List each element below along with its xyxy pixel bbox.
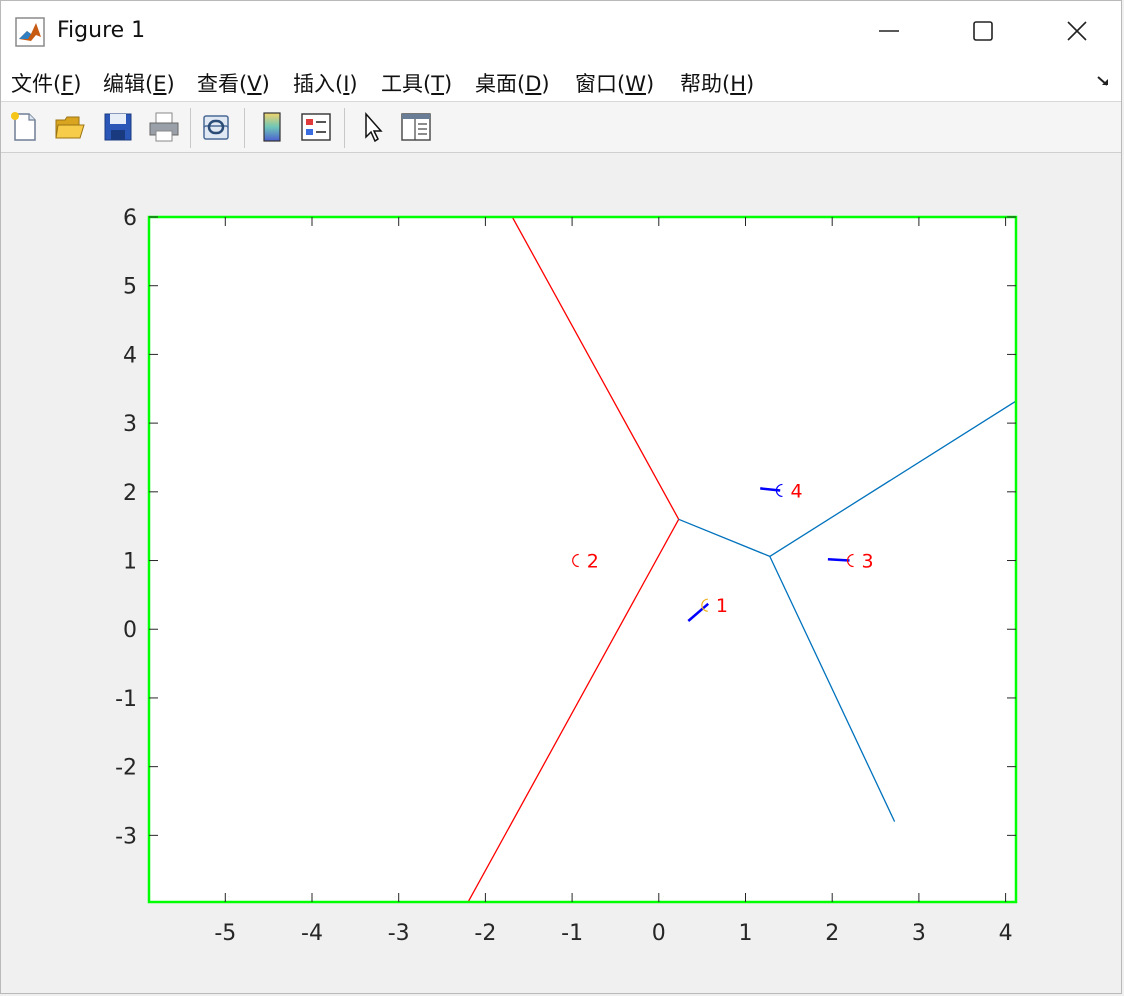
- y-tick-label: 0: [123, 618, 137, 643]
- menu-edit[interactable]: 编辑(E): [103, 68, 175, 98]
- menu-bar: 文件(F) 编辑(E) 查看(V) 插入(I) 工具(T) 桌面(D) 窗口(W…: [1, 61, 1121, 102]
- axes[interactable]: 1 2 3 4 -5 -4 -3 -2 -1 0 1 2 3 4 -3 -2 -1 0 1 2 3 4 5 6: [1, 153, 1121, 993]
- menu-view[interactable]: 查看(V): [197, 68, 270, 98]
- menu-window[interactable]: 窗口(W): [575, 68, 654, 98]
- new-figure-icon[interactable]: [7, 110, 41, 144]
- menu-file[interactable]: 文件(F): [11, 68, 82, 98]
- point-label-1: 1: [716, 595, 728, 617]
- point-label-3: 3: [862, 551, 874, 573]
- x-tick-label: -1: [561, 921, 583, 946]
- toolbar-separator: [244, 108, 245, 148]
- y-tick-label: -3: [115, 824, 137, 849]
- minimize-icon: [879, 30, 899, 32]
- menu-desktop[interactable]: 桌面(D): [475, 68, 550, 98]
- x-tick-label: -3: [388, 921, 410, 946]
- x-tick-label: 4: [999, 921, 1013, 946]
- toolbar-separator: [344, 108, 345, 148]
- print-icon[interactable]: [147, 110, 181, 144]
- legend-icon[interactable]: [299, 110, 333, 144]
- matlab-logo-icon: [15, 17, 45, 47]
- property-inspector-icon[interactable]: [399, 110, 433, 144]
- x-tick-label: -4: [301, 921, 323, 946]
- menu-help[interactable]: 帮助(H): [680, 68, 754, 98]
- x-tick-label: 3: [912, 921, 926, 946]
- x-tick-label: 0: [652, 921, 666, 946]
- toolbar: [1, 102, 1121, 153]
- colorbar-icon[interactable]: [255, 110, 289, 144]
- series-line-7: [827, 557, 850, 562]
- menu-tools[interactable]: 工具(T): [381, 68, 452, 98]
- toolbar-separator: [190, 108, 191, 148]
- y-tick-label: -1: [115, 687, 137, 712]
- y-tick-label: 6: [123, 206, 137, 231]
- maximize-icon: [973, 21, 993, 41]
- minimize-button[interactable]: [841, 1, 935, 61]
- figure-canvas[interactable]: 1 2 3 4 -5 -4 -3 -2 -1 0 1 2 3 4 -3 -2 -1 0 1 2 3 4 5 6: [1, 153, 1121, 993]
- y-tick-label: 5: [123, 275, 137, 300]
- figure-window: Figure 1 文件(F) 编辑(E) 查看(V) 插入(I) 工具(T) 桌…: [0, 0, 1122, 994]
- point-label-4: 4: [790, 480, 802, 502]
- y-tick-label: -2: [115, 756, 137, 781]
- point-label-2: 2: [587, 551, 599, 573]
- open-file-icon[interactable]: [53, 110, 87, 144]
- plot-area: [149, 217, 1016, 902]
- maximize-button[interactable]: [935, 1, 1029, 61]
- y-tick-label: 3: [123, 412, 137, 437]
- y-tick-label: 1: [123, 550, 137, 575]
- y-tick-label: 2: [123, 481, 137, 506]
- dock-arrow-icon[interactable]: [1095, 73, 1111, 89]
- link-icon[interactable]: [199, 110, 233, 144]
- save-icon[interactable]: [101, 110, 135, 144]
- close-button[interactable]: [1029, 1, 1123, 61]
- y-tick-label: 4: [123, 343, 137, 368]
- title-bar[interactable]: Figure 1: [1, 1, 1121, 61]
- window-title: Figure 1: [57, 18, 146, 43]
- x-tick-label: 2: [825, 921, 839, 946]
- x-tick-label: -2: [474, 921, 496, 946]
- close-icon: [1067, 21, 1087, 41]
- menu-insert[interactable]: 插入(I): [293, 68, 358, 98]
- x-tick-label: 1: [738, 921, 752, 946]
- x-tick-label: -5: [214, 921, 236, 946]
- pointer-icon[interactable]: [357, 110, 391, 144]
